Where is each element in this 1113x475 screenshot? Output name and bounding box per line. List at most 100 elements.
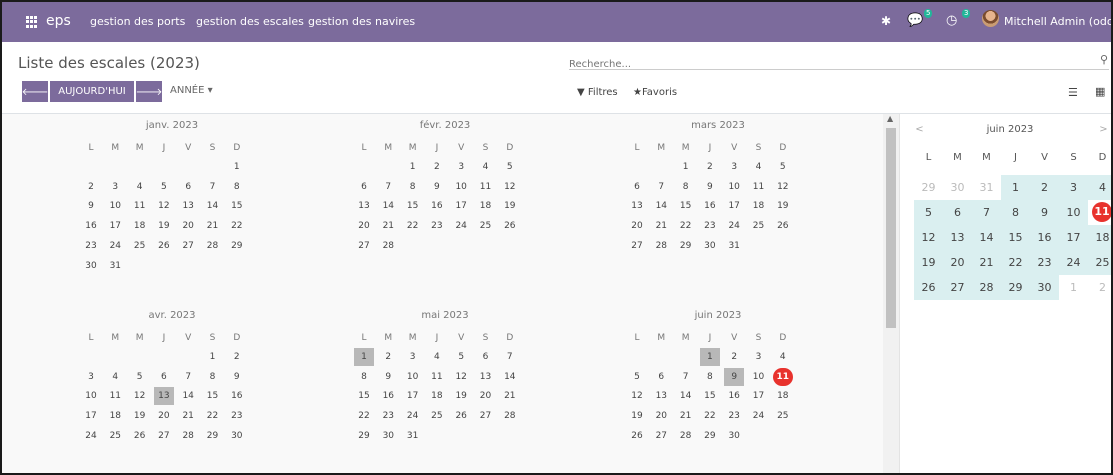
calendar-day[interactable]: 4 — [476, 158, 496, 176]
calendar-day[interactable]: 8 — [700, 368, 720, 386]
filters-toggle[interactable]: ▼ Filtres — [577, 87, 618, 98]
calendar-day[interactable]: 12 — [627, 387, 647, 405]
calendar-day[interactable]: 24 — [451, 217, 471, 235]
calendar-day[interactable]: 25 — [773, 407, 793, 425]
calendar-day[interactable]: 7 — [178, 368, 198, 386]
calendar-day[interactable]: 10 — [724, 178, 744, 196]
previous-button[interactable]: 🡐 — [22, 81, 48, 102]
calendar-day[interactable]: 18 — [476, 197, 496, 215]
calendar-day[interactable]: 2 — [700, 158, 720, 176]
calendar-day[interactable]: 1 — [203, 348, 223, 366]
mini-calendar-day[interactable]: 20 — [943, 250, 972, 275]
calendar-day[interactable]: 25 — [130, 237, 150, 255]
calendar-day[interactable]: 25 — [105, 427, 125, 445]
calendar-day[interactable]: 27 — [651, 427, 671, 445]
calendar-day[interactable]: 26 — [130, 427, 150, 445]
calendar-day[interactable]: 3 — [403, 348, 423, 366]
calendar-day[interactable]: 11 — [476, 178, 496, 196]
calendar-day[interactable]: 19 — [500, 197, 520, 215]
mini-calendar-day[interactable]: 5 — [914, 200, 943, 225]
calendar-day[interactable]: 7 — [500, 348, 520, 366]
calendar-day[interactable]: 22 — [700, 407, 720, 425]
calendar-day[interactable]: 14 — [378, 197, 398, 215]
calendar-day[interactable]: 25 — [749, 217, 769, 235]
calendar-day[interactable]: 14 — [500, 368, 520, 386]
calendar-day[interactable]: 30 — [378, 427, 398, 445]
calendar-day[interactable]: 8 — [354, 368, 374, 386]
mini-calendar-day[interactable]: 29 — [914, 175, 943, 200]
calendar-day[interactable]: 24 — [403, 407, 423, 425]
calendar-day[interactable]: 21 — [378, 217, 398, 235]
mini-calendar-day[interactable]: 12 — [914, 225, 943, 250]
menu-gestion-des-escales[interactable]: gestion des escales — [196, 15, 304, 28]
next-button[interactable]: 🡒 — [136, 81, 162, 102]
calendar-day[interactable]: 6 — [154, 368, 174, 386]
calendar-day[interactable]: 10 — [81, 387, 101, 405]
calendar-day[interactable]: 2 — [427, 158, 447, 176]
calendar-day[interactable]: 3 — [724, 158, 744, 176]
calendar-day[interactable]: 28 — [500, 407, 520, 425]
calendar-day[interactable]: 23 — [227, 407, 247, 425]
search-icon[interactable]: ⚲ — [1100, 53, 1108, 66]
mini-calendar-day[interactable]: 22 — [1001, 250, 1030, 275]
calendar-day[interactable]: 11 — [749, 178, 769, 196]
calendar-day[interactable]: 15 — [676, 197, 696, 215]
calendar-day[interactable]: 24 — [724, 217, 744, 235]
favorites-toggle[interactable]: ★Favoris — [633, 87, 677, 98]
calendar-day[interactable]: 9 — [378, 368, 398, 386]
menu-gestion-des-ports[interactable]: gestion des ports — [90, 15, 185, 28]
calendar-day[interactable]: 30 — [700, 237, 720, 255]
messages-icon[interactable]: 💬 — [907, 13, 923, 28]
calendar-day[interactable]: 17 — [81, 407, 101, 425]
mini-calendar-day[interactable]: 18 — [1088, 225, 1111, 250]
mini-calendar-day[interactable]: 9 — [1030, 200, 1059, 225]
calendar-day[interactable]: 19 — [627, 407, 647, 425]
calendar-day[interactable]: 13 — [627, 197, 647, 215]
calendar-day[interactable]: 19 — [773, 197, 793, 215]
list-view-icon[interactable]: ☰ — [1068, 86, 1078, 99]
calendar-day[interactable]: 16 — [81, 217, 101, 235]
calendar-day[interactable]: 16 — [427, 197, 447, 215]
calendar-day[interactable]: 6 — [476, 348, 496, 366]
calendar-day[interactable]: 23 — [427, 217, 447, 235]
calendar-day[interactable]: 12 — [500, 178, 520, 196]
calendar-day[interactable]: 26 — [500, 217, 520, 235]
calendar-day[interactable]: 25 — [476, 217, 496, 235]
mini-calendar-day[interactable]: 19 — [914, 250, 943, 275]
app-brand[interactable]: eps — [46, 13, 71, 29]
calendar-day[interactable]: 7 — [676, 368, 696, 386]
calendar-day[interactable]: 9 — [427, 178, 447, 196]
calendar-day[interactable]: 4 — [773, 348, 793, 366]
mini-calendar-day[interactable]: 14 — [972, 225, 1001, 250]
calendar-day[interactable]: 14 — [178, 387, 198, 405]
mini-calendar-day[interactable]: 30 — [943, 175, 972, 200]
calendar-day[interactable]: 17 — [403, 387, 423, 405]
calendar-day[interactable]: 15 — [354, 387, 374, 405]
scrollbar-thumb[interactable] — [886, 128, 896, 328]
calendar-day[interactable]: 2 — [227, 348, 247, 366]
mini-calendar-day[interactable]: 3 — [1059, 175, 1088, 200]
calendar-day[interactable]: 23 — [700, 217, 720, 235]
calendar-day[interactable]: 5 — [130, 368, 150, 386]
calendar-day[interactable]: 6 — [354, 178, 374, 196]
scroll-up-icon[interactable]: ▲ — [887, 114, 893, 123]
mini-calendar-day[interactable]: 10 — [1059, 200, 1088, 225]
calendar-day[interactable]: 5 — [627, 368, 647, 386]
calendar-day[interactable]: 10 — [451, 178, 471, 196]
calendar-day[interactable]: 23 — [81, 237, 101, 255]
calendar-day[interactable]: 24 — [105, 237, 125, 255]
calendar-day[interactable]: 21 — [651, 217, 671, 235]
calendar-day[interactable]: 3 — [749, 348, 769, 366]
mini-calendar-title[interactable]: juin 2023 — [980, 124, 1040, 135]
mini-calendar-day[interactable]: 13 — [943, 225, 972, 250]
mini-calendar-day[interactable]: 6 — [943, 200, 972, 225]
debug-bug-icon[interactable]: ✱ — [881, 14, 891, 28]
calendar-day[interactable]: 16 — [227, 387, 247, 405]
calendar-day[interactable]: 31 — [724, 237, 744, 255]
calendar-day[interactable]: 27 — [354, 237, 374, 255]
mini-calendar-day[interactable]: 2 — [1088, 275, 1111, 300]
calendar-day[interactable]: 29 — [203, 427, 223, 445]
calendar-day[interactable]: 4 — [427, 348, 447, 366]
calendar-day[interactable]: 8 — [227, 178, 247, 196]
prev-month-icon[interactable]: < — [905, 124, 934, 135]
